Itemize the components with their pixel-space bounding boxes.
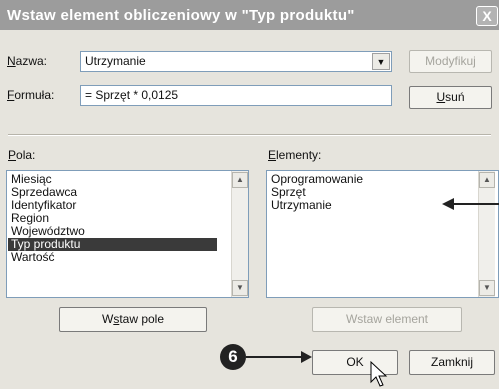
pointer-arrow-icon <box>442 198 499 210</box>
annotation-overlay <box>246 198 499 387</box>
callout-arrow-icon <box>246 351 312 363</box>
mouse-cursor-icon <box>370 360 388 387</box>
